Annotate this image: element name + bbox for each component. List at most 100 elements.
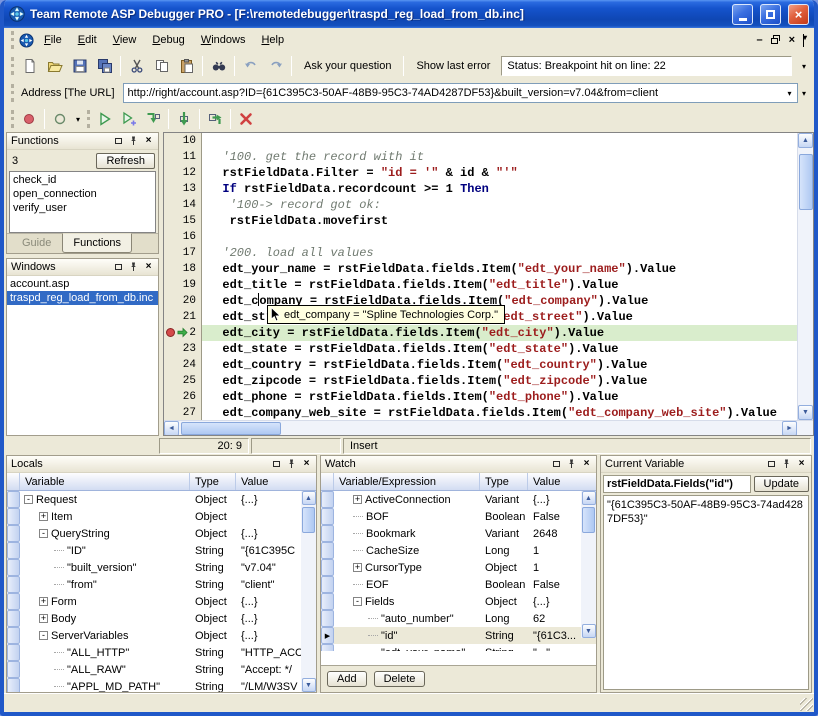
menu-item-edit[interactable]: Edit (70, 30, 105, 50)
row-header[interactable] (7, 627, 20, 644)
variable-row[interactable]: "ALL_RAW"String"Accept: */ (7, 661, 316, 678)
tab-guide[interactable]: Guide (12, 234, 61, 253)
variable-row[interactable]: EOFBooleanFalse (321, 576, 596, 593)
mdi-minimize-button[interactable]: – (756, 35, 762, 46)
row-header[interactable] (7, 491, 20, 508)
add-watch-button[interactable]: Add (327, 671, 367, 687)
scroll-left-icon[interactable]: ◄ (164, 421, 179, 436)
row-header[interactable] (7, 610, 20, 627)
line-number-gutter[interactable]: 26 (164, 389, 202, 405)
row-header[interactable] (7, 525, 20, 542)
toolbar-gripper[interactable] (87, 110, 90, 128)
minimize-button[interactable] (732, 4, 753, 25)
variable-row[interactable]: ▶"id"String"{61C3... (321, 627, 596, 644)
run-button[interactable] (93, 108, 117, 130)
row-header[interactable] (7, 508, 20, 525)
collapse-icon[interactable]: - (39, 631, 48, 640)
line-number-gutter[interactable]: 27 (164, 405, 202, 420)
maximize-button[interactable] (760, 4, 781, 25)
panel-maximize-button[interactable] (113, 262, 124, 273)
scroll-up-icon[interactable]: ▲ (798, 133, 813, 148)
row-header[interactable] (321, 542, 334, 559)
line-number-gutter[interactable]: 19 (164, 277, 202, 293)
line-number-gutter[interactable]: 16 (164, 229, 202, 245)
expand-icon[interactable]: + (39, 614, 48, 623)
menu-item-windows[interactable]: Windows (193, 30, 254, 50)
variable-row[interactable]: -QueryStringObject{...} (7, 525, 316, 542)
row-header[interactable] (321, 508, 334, 525)
variable-row[interactable]: CacheSizeLong1 (321, 542, 596, 559)
breakpoint-options-button[interactable] (48, 108, 72, 130)
column-header-type[interactable]: Type (480, 473, 528, 490)
current-variable-value[interactable]: "{61C395C3-50AF-48B9-95C3-74ad4287DF53}" (603, 495, 809, 690)
open-file-button[interactable] (42, 54, 67, 78)
line-number-gutter[interactable]: 10 (164, 133, 202, 149)
row-header[interactable] (7, 593, 20, 610)
editor-vertical-scrollbar[interactable]: ▲ ▼ (797, 133, 813, 420)
scrollbar-thumb[interactable] (582, 507, 595, 533)
row-header[interactable]: ▶ (321, 627, 334, 644)
step-over-button[interactable] (172, 108, 196, 130)
row-header[interactable] (7, 678, 20, 692)
code-text[interactable]: edt_city = rstFieldData.fields.Item("edt… (202, 325, 797, 341)
new-file-button[interactable] (17, 54, 42, 78)
function-item[interactable]: open_connection (13, 187, 152, 201)
scroll-down-icon[interactable]: ▼ (582, 624, 596, 638)
menu-item-debug[interactable]: Debug (144, 30, 192, 50)
step-out-button[interactable] (203, 108, 227, 130)
scroll-down-icon[interactable]: ▼ (798, 405, 813, 420)
variable-row[interactable]: "auto_number"Long62 (321, 610, 596, 627)
code-text[interactable]: '200. load all values (202, 245, 797, 261)
line-number-gutter[interactable]: 21 (164, 309, 202, 325)
code-text[interactable]: edt_zipcode = rstFieldData.fields.Item("… (202, 373, 797, 389)
scrollbar-thumb[interactable] (799, 154, 813, 210)
line-number-gutter[interactable]: 13 (164, 181, 202, 197)
run-new-session-button[interactable] (117, 108, 141, 130)
update-button[interactable]: Update (754, 476, 809, 492)
line-number-gutter[interactable]: 11 (164, 149, 202, 165)
function-item[interactable]: check_id (13, 173, 152, 187)
locals-scrollbar[interactable]: ▲ ▼ (301, 491, 316, 692)
row-header[interactable] (321, 593, 334, 610)
menu-overflow-icon[interactable]: ▾ (803, 34, 804, 47)
variable-row[interactable]: "from"String"client" (7, 576, 316, 593)
expand-icon[interactable]: + (39, 512, 48, 521)
scroll-up-icon[interactable]: ▲ (302, 491, 316, 505)
panel-close-button[interactable]: × (581, 459, 592, 470)
menu-item-help[interactable]: Help (253, 30, 292, 50)
line-number-gutter[interactable]: 15 (164, 213, 202, 229)
code-text[interactable]: edt_phone = rstFieldData.fields.Item("ed… (202, 389, 797, 405)
find-button[interactable] (206, 54, 231, 78)
collapse-icon[interactable]: - (353, 597, 362, 606)
toolbar-overflow-icon[interactable]: ▾ (798, 89, 810, 98)
line-number-gutter[interactable]: 18 (164, 261, 202, 277)
code-text[interactable]: rstFieldData.movefirst (202, 213, 797, 229)
menu-item-file[interactable]: File (36, 30, 70, 50)
refresh-button[interactable]: Refresh (96, 153, 155, 169)
panel-maximize-button[interactable] (551, 459, 562, 470)
line-number-gutter[interactable]: 24 (164, 357, 202, 373)
panel-pin-button[interactable] (286, 459, 297, 470)
window-item[interactable]: traspd_reg_load_from_db.inc (7, 291, 158, 305)
mdi-restore-button[interactable] (771, 35, 781, 45)
row-header[interactable] (7, 542, 20, 559)
scrollbar-thumb[interactable] (302, 507, 315, 533)
column-header-expression[interactable]: Variable/Expression (334, 473, 480, 490)
panel-close-button[interactable]: × (301, 459, 312, 470)
variable-row[interactable]: "APPL_MD_PATH"String"/LM/W3SV (7, 678, 316, 692)
close-button[interactable]: × (788, 4, 809, 25)
column-header-value[interactable]: Value (236, 473, 316, 490)
collapse-icon[interactable]: - (24, 495, 33, 504)
save-button[interactable] (67, 54, 92, 78)
expand-icon[interactable]: + (39, 597, 48, 606)
variable-row[interactable]: +ActiveConnectionVariant{...} (321, 491, 596, 508)
ask-question-button[interactable]: Ask your question (295, 55, 400, 77)
row-header[interactable] (7, 644, 20, 661)
toggle-breakpoint-button[interactable] (17, 108, 41, 130)
address-input[interactable] (124, 87, 782, 99)
column-header-type[interactable]: Type (190, 473, 236, 490)
row-header[interactable] (321, 644, 334, 651)
code-text[interactable]: '100. get the record with it (202, 149, 797, 165)
code-text[interactable] (202, 133, 797, 149)
step-into-button[interactable] (141, 108, 165, 130)
